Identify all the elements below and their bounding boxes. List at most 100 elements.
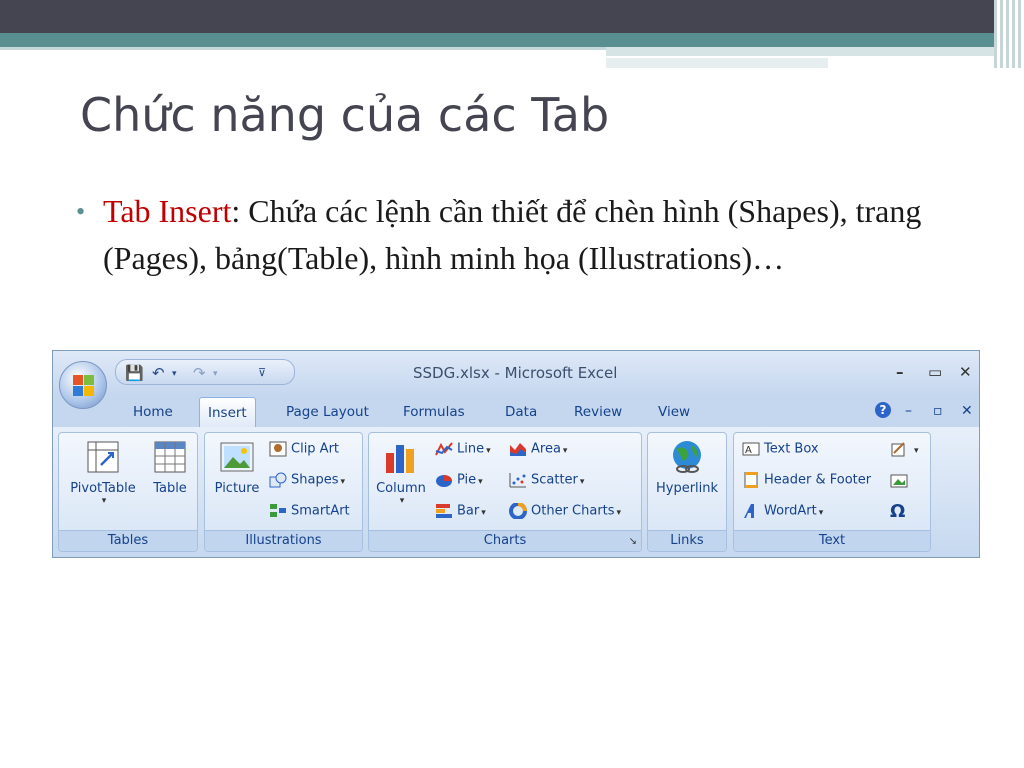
column-chart-icon <box>383 439 419 475</box>
shapes-icon <box>269 472 287 488</box>
bullet-text: Tab Insert: Chứa các lệnh cần thiết để c… <box>103 188 976 282</box>
chevron-down-icon: ▾ <box>562 445 568 456</box>
pie-chart-button[interactable]: Pie ▾ <box>435 472 483 488</box>
insert-object-icon <box>890 472 908 488</box>
picture-button[interactable]: Picture <box>209 439 265 496</box>
table-button[interactable]: Table <box>147 439 193 496</box>
undo-icon[interactable]: ↶ <box>152 364 165 382</box>
title-bar: 💾 ↶ ▾ ↷ ▾ ⊽ SSDG.xlsx - Microsoft Excel … <box>53 351 979 395</box>
clip-art-label: Clip Art <box>291 441 340 457</box>
scatter-chart-button[interactable]: Scatter ▾ <box>509 472 584 488</box>
save-icon[interactable]: 💾 <box>125 364 144 382</box>
office-button[interactable] <box>59 361 107 409</box>
ribbon-close-button[interactable]: ✕ <box>961 403 973 419</box>
redo-icon[interactable]: ↷ <box>193 364 206 382</box>
window-title: SSDG.xlsx - Microsoft Excel <box>413 364 618 382</box>
line-chart-button[interactable]: Line ▾ <box>435 441 491 457</box>
hyperlink-button[interactable]: Hyperlink <box>652 439 722 496</box>
column-chart-label: Column <box>376 481 426 496</box>
decor-line <box>606 58 828 68</box>
insert-object-button[interactable] <box>890 472 912 488</box>
clip-art-button[interactable]: Clip Art <box>269 441 339 457</box>
header-footer-button[interactable]: Header & Footer <box>742 471 872 489</box>
maximize-button[interactable]: ▭ <box>928 363 942 381</box>
group-text: A Text Box Header & Footer WordArt ▾ ▾ Ω T… <box>733 432 931 552</box>
table-icon <box>152 439 188 475</box>
minimize-button[interactable]: – <box>896 363 904 381</box>
shapes-button[interactable]: Shapes ▾ <box>269 472 345 488</box>
group-tables: PivotTable ▾ Table Tables <box>58 432 198 552</box>
chevron-down-icon: ▾ <box>616 507 622 518</box>
bar-chart-button[interactable]: Bar ▾ <box>435 503 486 519</box>
tab-review[interactable]: Review <box>574 404 622 420</box>
chevron-down-icon: ▾ <box>399 496 405 506</box>
smartart-icon <box>269 503 287 519</box>
decor-stripes <box>994 0 1024 68</box>
area-chart-icon <box>509 441 527 457</box>
decor-line <box>0 47 606 50</box>
tab-formulas[interactable]: Formulas <box>403 404 465 420</box>
help-icon[interactable]: ? <box>875 402 891 418</box>
symbol-button[interactable]: Ω <box>890 501 905 522</box>
group-label-illustrations: Illustrations <box>205 530 362 551</box>
smartart-button[interactable]: SmartArt <box>269 503 350 519</box>
bullet-dot: • <box>76 197 86 226</box>
pie-chart-icon <box>435 472 453 488</box>
ribbon-minimize-button[interactable]: – <box>905 403 912 419</box>
chevron-down-icon: ▾ <box>481 507 486 518</box>
line-chart-label: Line <box>457 441 485 457</box>
bullet-item: • Tab Insert: Chứa các lệnh cần thiết để… <box>76 188 976 282</box>
table-label: Table <box>153 481 187 496</box>
picture-label: Picture <box>214 481 260 496</box>
pivottable-button[interactable]: PivotTable ▾ <box>63 439 143 506</box>
globe-link-icon <box>669 439 705 475</box>
line-chart-icon <box>435 441 453 457</box>
shapes-label: Shapes <box>291 472 339 488</box>
picture-icon <box>219 439 255 475</box>
wordart-icon <box>742 503 760 519</box>
chevron-down-icon: ▾ <box>101 496 107 506</box>
chevron-down-icon: ▾ <box>478 476 483 487</box>
column-chart-button[interactable]: Column ▾ <box>372 439 430 506</box>
chevron-down-icon: ▾ <box>486 445 491 456</box>
dialog-launcher-icon[interactable]: ↘ <box>629 536 637 547</box>
ribbon-tabs: Home Insert Page Layout Formulas Data Re… <box>53 395 979 429</box>
tab-insert[interactable]: Insert <box>199 397 256 429</box>
tab-data[interactable]: Data <box>505 404 537 420</box>
signature-line-icon <box>890 441 908 457</box>
group-charts: Column ▾ Line ▾ Pie ▾ Bar ▾ Area ▾ Scatter ▾ … <box>368 432 642 552</box>
chevron-down-icon: ▾ <box>340 476 346 487</box>
group-label-text: Text <box>734 530 930 551</box>
signature-line-button[interactable]: ▾ <box>890 441 919 457</box>
bullet-highlight: Tab Insert <box>103 193 232 229</box>
top-band <box>0 0 1024 33</box>
text-box-button[interactable]: A Text Box <box>742 441 819 457</box>
group-links: Hyperlink Links <box>647 432 727 552</box>
group-label-charts: Charts <box>369 530 641 551</box>
quick-access-toolbar: 💾 ↶ ▾ ↷ ▾ ⊽ <box>115 359 295 385</box>
close-button[interactable]: ✕ <box>959 363 972 381</box>
header-footer-label: Header & Footer <box>764 472 872 488</box>
wordart-button[interactable]: WordArt ▾ <box>742 503 823 519</box>
other-charts-button[interactable]: Other Charts ▾ <box>509 502 622 520</box>
text-box-icon: A <box>742 441 760 457</box>
svg-text:A: A <box>745 445 752 456</box>
wordart-label: WordArt <box>764 503 817 519</box>
pivottable-label: PivotTable <box>70 481 136 496</box>
chevron-down-icon[interactable]: ▾ <box>213 369 218 379</box>
group-label-links: Links <box>648 530 726 551</box>
scatter-chart-label: Scatter <box>531 472 578 488</box>
group-label-tables: Tables <box>59 530 197 551</box>
customize-toolbar-icon[interactable]: ⊽ <box>258 366 266 379</box>
area-chart-button[interactable]: Area ▾ <box>509 441 567 457</box>
tab-page-layout[interactable]: Page Layout <box>286 404 369 420</box>
tab-home[interactable]: Home <box>133 404 173 420</box>
chevron-down-icon[interactable]: ▾ <box>172 369 177 379</box>
ribbon-restore-button[interactable]: ▫ <box>933 403 943 419</box>
scatter-chart-icon <box>509 472 527 488</box>
pivottable-icon <box>85 439 121 475</box>
excel-window: 💾 ↶ ▾ ↷ ▾ ⊽ SSDG.xlsx - Microsoft Excel … <box>52 350 980 558</box>
area-chart-label: Area <box>531 441 561 457</box>
tab-view[interactable]: View <box>658 404 690 420</box>
chevron-down-icon: ▾ <box>579 476 585 487</box>
